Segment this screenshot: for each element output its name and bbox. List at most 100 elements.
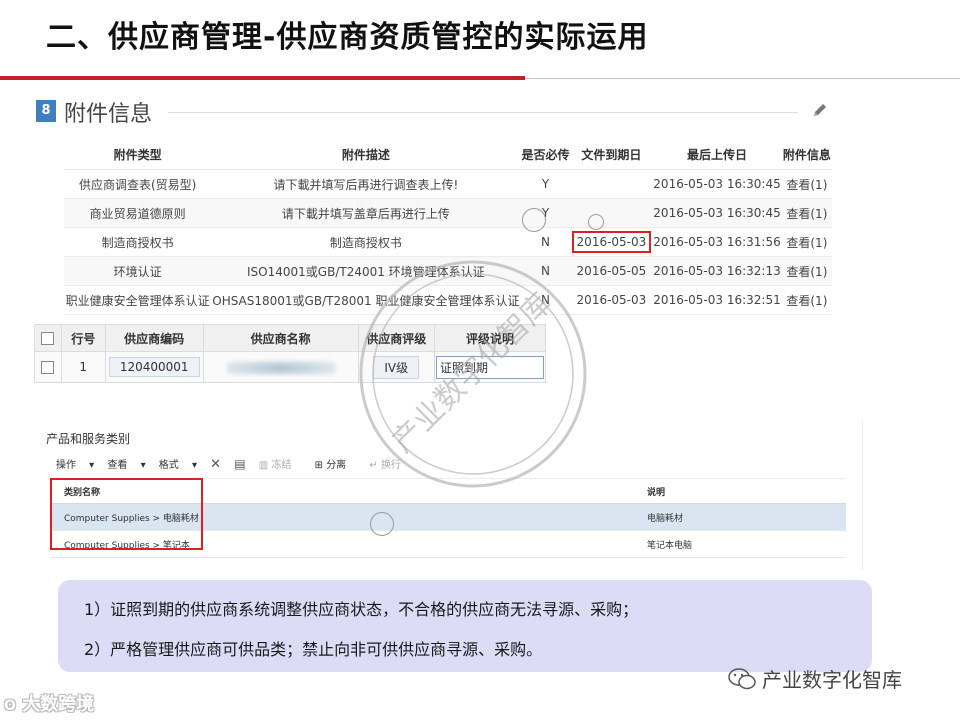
col-attachment-type[interactable]: 附件类型 [64,140,212,170]
supplier-code-field[interactable]: 120400001 [108,357,200,377]
supplier-header-row: 行号 供应商编码 供应商名称 供应商评级 评级说明 [34,324,547,352]
supplier-grade-cell: IV级 [357,351,435,383]
attachment-row: 供应商调查表(贸易型) 请下載并填写后再进行调查表上传! Y 2016-05-0… [64,169,832,199]
wrap-label: 换行 [380,460,401,471]
attachment-expiry: 2016-05-05 [570,256,653,286]
col-supplier-grade[interactable]: 供应商评级 [357,324,435,352]
col-grade-reason[interactable]: 评级说明 [433,324,547,352]
col-category-note[interactable]: 说明 [633,478,846,504]
watermark-dot [522,208,546,232]
section-number-badge: 8 [36,100,56,122]
attachment-desc: 请下載并填写盖章后再进行上传 [211,198,521,228]
category-name: Computer Supplies > 笔记本 [50,530,633,558]
attachment-uploaded: 2016-05-03 16:32:13 [652,256,782,286]
slide-title: 二、供应商管理-供应商资质管控的实际运用 [46,20,649,55]
col-expiry[interactable]: 文件到期日 [570,140,653,170]
supplier-row: 1 120400001 IV级 证照到期 [34,351,547,383]
wrap-button[interactable]: ↵ 换行 [369,460,411,471]
note-1: 1）证照到期的供应商系统调整供应商状态，不合格的供应商无法寻源、采购； [84,600,639,619]
attachment-uploaded: 2016-05-03 16:32:51 [652,285,782,315]
attachment-desc: 制造商授权书 [211,227,521,257]
grade-reason-cell: 证照到期 [433,351,547,383]
grade-reason-field[interactable]: 证照到期 [435,355,544,379]
grid-toolbar: 操作 ▾ 查看 ▾ 格式 ▾ ✕ ▤ ▥ 冻结 ⊞ 分离 ↵ 换行 [56,456,421,472]
col-line-no[interactable]: 行号 [60,324,106,352]
watermark-dot [370,512,394,536]
col-supplier-name[interactable]: 供应商名称 [202,324,359,352]
line-no: 1 [60,351,106,383]
view-attachment-link[interactable]: 查看(1) [781,227,832,257]
attachment-required: Y [520,169,571,199]
attachment-expiry: 2016-05-03 [570,285,653,315]
attachment-type: 环境认证 [64,256,212,286]
attachment-type: 商业贸易道德原则 [64,198,212,228]
corner-logo-text: 大数跨境 [22,694,95,715]
attachment-uploaded: 2016-05-03 16:30:45 [652,169,782,199]
view-menu-label: 查看 [107,460,128,471]
supplier-grade-table: 行号 供应商编码 供应商名称 供应商评级 评级说明 1 120400001 IV… [34,324,547,383]
attachment-type: 职业健康安全管理体系认证 [64,285,212,315]
col-last-upload[interactable]: 最后上传日 [652,140,782,170]
section-divider [168,112,798,113]
supplier-grade-field[interactable]: IV级 [373,355,420,379]
footer-watermark: 产业数字化智库 [762,668,902,692]
view-attachment-link[interactable]: 查看(1) [781,169,832,199]
attachment-desc: OHSAS18001或GB/T28001 职业健康安全管理体系认证 [211,285,521,315]
split-button[interactable]: ⊞ 分离 [315,460,357,471]
attachment-expiry-cell: 2016-05-03 [570,227,653,257]
format-menu-label: 格式 [158,460,179,471]
freeze-button[interactable]: ▥ 冻结 [259,460,302,471]
close-x-icon[interactable]: ✕ [210,457,221,472]
wechat-icon [728,668,756,690]
attachment-expiry [570,169,653,199]
supplier-name-cell [202,351,359,383]
attachment-desc: 请下載并填写后再进行调查表上传! [211,169,521,199]
col-required[interactable]: 是否必传 [520,140,571,170]
category-grid: 类别名称 说明 Computer Supplies > 电脑耗材 电脑耗材 Co… [50,478,846,558]
supplier-code-cell: 120400001 [104,351,204,383]
split-label: 分离 [326,460,347,471]
col-attachment-desc[interactable]: 附件描述 [211,140,521,170]
category-row[interactable]: Computer Supplies > 笔记本 笔记本电脑 [50,530,846,558]
note-2: 2）严格管理供应商可供品类；禁止向非可供供应商寻源、采购。 [84,640,543,659]
attachment-row: 制造商授权书 制造商授权书 N 2016-05-03 2016-05-03 16… [64,227,832,257]
pencil-icon[interactable] [810,100,830,120]
format-menu[interactable]: 格式 ▾ [159,460,197,471]
view-attachment-link[interactable]: 查看(1) [781,285,832,315]
view-attachment-link[interactable]: 查看(1) [781,256,832,286]
watermark-dot [588,214,604,230]
attachment-expiry [570,198,653,228]
operate-menu-label: 操作 [56,460,76,471]
attachment-table: 附件类型 附件描述 是否必传 文件到期日 最后上传日 附件信息 供应商调查表(贸… [64,140,832,315]
attachment-type: 供应商调查表(贸易型) [64,169,212,199]
col-category-name[interactable]: 类别名称 [50,478,633,504]
view-menu[interactable]: 查看 ▾ [107,460,145,471]
corner-logo: ʘ 大数跨境 [4,690,94,716]
col-attachment-info[interactable]: 附件信息 [781,140,832,170]
col-supplier-code[interactable]: 供应商编码 [104,324,204,352]
supplier-name-redacted [225,361,336,374]
corner-logo-glyph: ʘ [4,698,16,714]
expiry-highlight: 2016-05-03 [571,231,652,253]
section-title: 附件信息 [64,102,153,127]
title-rule-red [0,76,525,80]
freeze-label: 冻结 [271,460,292,471]
export-icon[interactable]: ▤ [234,457,245,471]
attachment-header-row: 附件类型 附件描述 是否必传 文件到期日 最后上传日 附件信息 [64,140,832,170]
category-row[interactable]: Computer Supplies > 电脑耗材 电脑耗材 [50,503,846,531]
select-all-cell [34,324,62,352]
row-checkbox[interactable] [41,361,55,374]
product-panel-title: 产品和服务类别 [46,432,131,446]
attachment-row: 商业贸易道德原则 请下載并填写盖章后再进行上传 Y 2016-05-03 16:… [64,198,832,228]
attachment-row: 职业健康安全管理体系认证 OHSAS18001或GB/T28001 职业健康安全… [64,285,832,315]
attachment-uploaded: 2016-05-03 16:30:45 [652,198,782,228]
attachment-type: 制造商授权书 [64,227,212,257]
category-note: 电脑耗材 [633,503,846,531]
category-note: 笔记本电脑 [633,530,846,558]
operate-menu[interactable]: 操作 ▾ [56,460,94,471]
attachment-required: N [520,227,571,257]
view-attachment-link[interactable]: 查看(1) [781,198,832,228]
row-select-cell [34,351,62,383]
category-header-row: 类别名称 说明 [50,478,846,504]
select-all-checkbox[interactable] [41,332,55,345]
